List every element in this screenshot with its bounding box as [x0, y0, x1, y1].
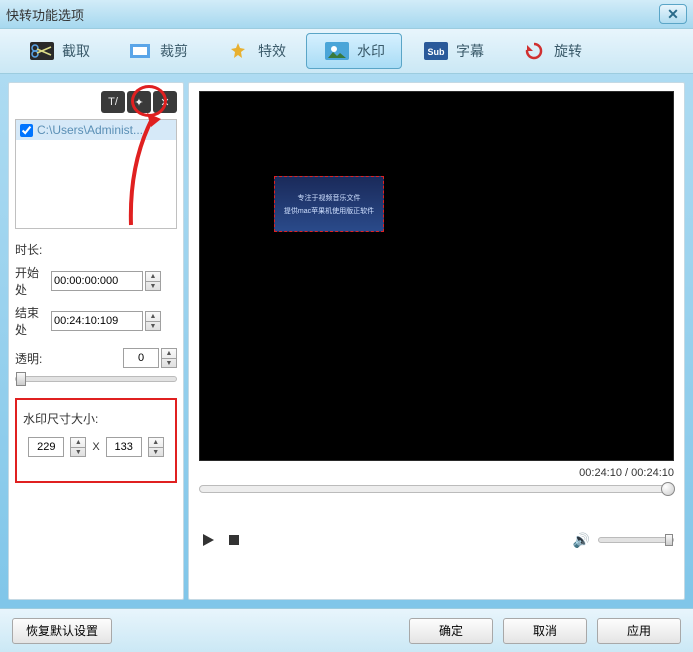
cancel-button[interactable]: 取消	[503, 618, 587, 644]
time-current: 00:24:10	[579, 467, 622, 479]
duration-label: 时长:	[15, 241, 177, 258]
footer: 恢复默认设置 确定 取消 应用	[0, 608, 693, 652]
left-panel: T/ ✦ ✕ C:\Users\Administ...	[8, 82, 184, 600]
watermark-width-spinner[interactable]: ▲▼	[70, 437, 86, 457]
volume-slider[interactable]	[598, 537, 674, 543]
time-display: 00:24:10 / 00:24:10	[199, 467, 674, 479]
delete-watermark-button[interactable]: ✕	[153, 91, 177, 113]
ok-button[interactable]: 确定	[409, 618, 493, 644]
watermark-toolbar: T/ ✦ ✕	[15, 91, 177, 113]
rotate-icon	[520, 40, 548, 62]
playback-controls: 🔊	[199, 531, 674, 549]
watermark-height-spinner[interactable]: ▲▼	[148, 437, 164, 457]
start-time-spinner[interactable]: ▲▼	[145, 271, 161, 291]
window-title: 快转功能选项	[6, 5, 84, 24]
file-checkbox[interactable]	[20, 124, 33, 137]
start-time-input[interactable]	[51, 271, 143, 291]
subtitle-icon: Sub	[422, 40, 450, 62]
opacity-input[interactable]	[123, 348, 159, 368]
tab-watermark[interactable]: 水印	[306, 33, 402, 69]
tab-effect-label: 特效	[258, 41, 286, 61]
duration-section: 时长: 开始处 ▲▼ 结束处 ▲▼ 透明: ▲▼	[15, 241, 177, 382]
seek-slider[interactable]	[199, 485, 674, 493]
play-button[interactable]	[199, 531, 217, 549]
right-panel: 专注于视频音乐文件 提供mac苹果机使用版正软件 00:24:10 / 00:2…	[188, 82, 685, 600]
text-icon: T/	[108, 96, 118, 108]
file-path-label: C:\Users\Administ...	[37, 123, 143, 137]
video-preview[interactable]: 专注于视频音乐文件 提供mac苹果机使用版正软件	[199, 91, 674, 461]
opacity-slider[interactable]	[15, 376, 177, 382]
watermark-text-line1: 专注于视频音乐文件	[298, 193, 361, 203]
titlebar: 快转功能选项 ✕	[0, 0, 693, 28]
tab-effect[interactable]: 特效	[208, 34, 302, 68]
tab-rotate-label: 旋转	[554, 41, 582, 61]
play-icon	[201, 533, 215, 547]
tabs-bar: 截取 裁剪 特效 水印 Sub 字幕	[0, 28, 693, 74]
tab-crop[interactable]: 截取	[12, 34, 106, 68]
text-watermark-button[interactable]: T/	[101, 91, 125, 113]
tab-trim[interactable]: 裁剪	[110, 34, 204, 68]
tab-rotate[interactable]: 旋转	[504, 34, 598, 68]
seek-thumb[interactable]	[661, 482, 675, 496]
tab-crop-label: 截取	[62, 41, 90, 61]
start-label: 开始处	[15, 264, 49, 298]
image-watermark-button[interactable]: ✦	[127, 91, 151, 113]
volume-thumb[interactable]	[665, 534, 673, 546]
end-label: 结束处	[15, 304, 49, 338]
watermark-size-label: 水印尺寸大小:	[23, 410, 169, 427]
watermark-height-input[interactable]	[106, 437, 142, 457]
file-item[interactable]: C:\Users\Administ...	[16, 120, 176, 140]
watermark-size-section: 水印尺寸大小: ▲▼ X ▲▼	[15, 398, 177, 483]
time-total: 00:24:10	[631, 467, 674, 479]
watermark-width-input[interactable]	[28, 437, 64, 457]
tab-watermark-label: 水印	[357, 41, 385, 61]
window: 快转功能选项 ✕ 截取 裁剪 特效 水印	[0, 0, 693, 652]
volume-button[interactable]: 🔊	[573, 532, 590, 549]
tab-trim-label: 裁剪	[160, 41, 188, 61]
stop-icon	[228, 534, 240, 546]
svg-text:Sub: Sub	[428, 47, 446, 57]
size-separator: X	[92, 441, 99, 453]
watermark-file-list: C:\Users\Administ...	[15, 119, 177, 229]
scissors-icon	[28, 40, 56, 62]
opacity-slider-thumb[interactable]	[16, 372, 26, 386]
sparkle-icon	[224, 40, 252, 62]
x-icon: ✕	[160, 96, 169, 109]
crop-icon	[126, 40, 154, 62]
content: T/ ✦ ✕ C:\Users\Administ...	[0, 74, 693, 608]
close-icon: ✕	[667, 6, 679, 23]
stop-button[interactable]	[225, 531, 243, 549]
tab-subtitle-label: 字幕	[456, 41, 484, 61]
apply-button[interactable]: 应用	[597, 618, 681, 644]
close-button[interactable]: ✕	[659, 4, 687, 24]
opacity-label: 透明:	[15, 350, 49, 367]
end-time-input[interactable]	[51, 311, 143, 331]
end-time-spinner[interactable]: ▲▼	[145, 311, 161, 331]
watermark-text-line2: 提供mac苹果机使用版正软件	[284, 206, 374, 216]
watermark-overlay[interactable]: 专注于视频音乐文件 提供mac苹果机使用版正软件	[274, 176, 384, 232]
sparkle-small-icon: ✦	[134, 96, 143, 109]
tab-subtitle[interactable]: Sub 字幕	[406, 34, 500, 68]
speaker-icon: 🔊	[573, 532, 590, 548]
watermark-icon	[323, 40, 351, 62]
opacity-spinner[interactable]: ▲▼	[161, 348, 177, 368]
restore-defaults-button[interactable]: 恢复默认设置	[12, 618, 112, 644]
